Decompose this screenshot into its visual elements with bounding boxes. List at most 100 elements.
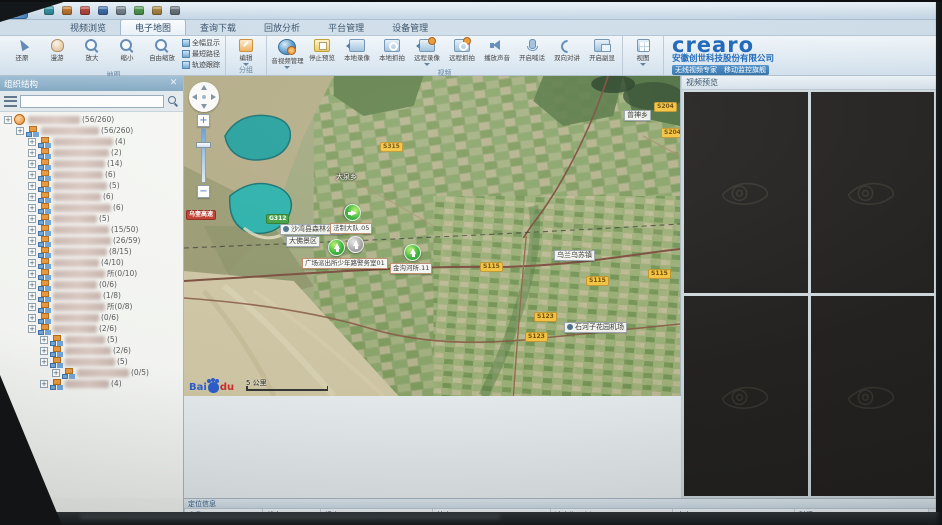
video-tile[interactable] (811, 92, 935, 293)
map-pan-control[interactable] (189, 82, 219, 112)
expand-icon[interactable]: + (28, 270, 36, 278)
tree-item[interactable]: +(5) (0, 180, 183, 191)
expand-icon[interactable]: + (28, 193, 36, 201)
menu-icon[interactable] (4, 96, 17, 107)
pan-hand-button[interactable]: 漫游 (40, 37, 74, 63)
video-tile[interactable] (811, 296, 935, 497)
tree-item[interactable]: +(14) (0, 158, 183, 169)
av-manage-button[interactable]: 音视频管理 (270, 37, 304, 69)
audio-play-button[interactable]: 播放声音 (480, 37, 514, 63)
secondary-display-button[interactable]: 开启副显 (585, 37, 619, 63)
tab-电子地图[interactable]: 电子地图 (120, 19, 186, 35)
track-button[interactable]: 轨迹跟踪 (182, 60, 220, 70)
tree-item[interactable]: +(0/6) (0, 312, 183, 323)
local-snapshot-button[interactable]: 本地抓拍 (375, 37, 409, 63)
expand-icon[interactable]: + (28, 281, 36, 289)
org-button[interactable] (96, 5, 109, 17)
expand-icon[interactable]: + (28, 138, 36, 146)
zoom-slider-thumb[interactable] (196, 142, 211, 148)
vehicle-marker[interactable] (404, 244, 421, 261)
tree-item[interactable]: +(6) (0, 169, 183, 180)
local-record-button[interactable]: 本地录像 (340, 37, 374, 63)
expand-icon[interactable]: + (40, 336, 48, 344)
vehicle-marker[interactable] (344, 204, 361, 221)
map-viewport[interactable]: + − S315S204S204S115S115S115S123S123G312… (184, 76, 681, 396)
expand-icon[interactable]: + (28, 204, 36, 212)
fit-view-button[interactable]: 全幅显示 (182, 38, 220, 48)
expand-icon[interactable]: + (28, 215, 36, 223)
tree-item[interactable]: +所(0/8) (0, 301, 183, 312)
tree-item[interactable]: +(0/5) (0, 367, 183, 378)
expand-icon[interactable]: + (40, 358, 48, 366)
expand-icon[interactable]: + (28, 248, 36, 256)
tree-item[interactable]: +(15/50) (0, 224, 183, 235)
mic-button[interactable]: 开启喊话 (515, 37, 549, 63)
free-zoom-button[interactable]: 自由缩放 (145, 37, 179, 63)
expand-icon[interactable]: + (28, 182, 36, 190)
expand-icon[interactable]: + (28, 325, 36, 333)
tree-item[interactable]: +(2/6) (0, 323, 183, 334)
expand-icon[interactable]: + (52, 369, 60, 377)
tree-item[interactable]: +(8/15) (0, 246, 183, 257)
tree-item[interactable]: +(1/8) (0, 290, 183, 301)
camera-button[interactable] (60, 5, 73, 17)
expand-icon[interactable]: + (40, 347, 48, 355)
tab-回放分析[interactable]: 回放分析 (250, 20, 314, 35)
expand-icon[interactable]: + (28, 226, 36, 234)
zoom-in-button[interactable]: 放大 (75, 37, 109, 63)
gallery-button[interactable] (150, 5, 163, 17)
video-tile[interactable] (684, 92, 808, 293)
tree-item[interactable]: +(56/260) (0, 114, 183, 125)
expand-icon[interactable]: + (28, 160, 36, 168)
search-icon[interactable] (167, 95, 179, 107)
tree-item[interactable]: +(2/6) (0, 345, 183, 356)
remote-record-button[interactable]: 远程录像 (410, 37, 444, 66)
tree-item[interactable]: +(0/6) (0, 279, 183, 290)
shortest-path-button[interactable]: 最短路径 (182, 49, 220, 59)
zoom-slider-track[interactable] (201, 128, 206, 183)
tab-视频浏览[interactable]: 视频浏览 (56, 20, 120, 35)
zoom-in-button[interactable]: + (197, 114, 210, 127)
intercom-button[interactable]: 双向对讲 (550, 37, 584, 63)
tree-item[interactable]: +所(0/10) (0, 268, 183, 279)
tree-item[interactable]: +(5) (0, 213, 183, 224)
edit-button[interactable]: 编辑 (229, 37, 263, 66)
expand-icon[interactable]: + (28, 303, 36, 311)
tree-item[interactable]: +(6) (0, 191, 183, 202)
tree-item[interactable]: +(56/260) (0, 125, 183, 136)
expand-icon[interactable]: + (28, 314, 36, 322)
expand-icon[interactable]: + (28, 149, 36, 157)
expand-icon[interactable]: + (40, 380, 48, 388)
tree-item[interactable]: +(4/10) (0, 257, 183, 268)
tree-item[interactable]: +(6) (0, 202, 183, 213)
expand-icon[interactable]: + (28, 259, 36, 267)
zoom-out-button[interactable]: − (197, 185, 210, 198)
tree-item[interactable]: +(4) (0, 136, 183, 147)
expand-icon[interactable]: + (28, 171, 36, 179)
video-tile[interactable] (684, 296, 808, 497)
zoom-out-button[interactable]: 缩小 (110, 37, 144, 63)
remote-snapshot-button[interactable]: 远程抓拍 (445, 37, 479, 63)
map-button[interactable] (132, 5, 145, 17)
expand-icon[interactable]: + (28, 237, 36, 245)
settings-button[interactable] (168, 5, 181, 17)
tree-item[interactable]: +(5) (0, 334, 183, 345)
stop-preview-button[interactable]: 停止预览 (305, 37, 339, 63)
expand-icon[interactable]: + (28, 292, 36, 300)
search-input[interactable] (20, 95, 164, 108)
tree-item[interactable]: +(5) (0, 356, 183, 367)
cursor-button[interactable]: 还原 (5, 37, 39, 63)
tab-设备管理[interactable]: 设备管理 (378, 20, 442, 35)
close-icon[interactable]: ✕ (168, 78, 179, 89)
tree-item[interactable]: +(26/59) (0, 235, 183, 246)
people-button[interactable] (114, 5, 127, 17)
tab-平台管理[interactable]: 平台管理 (314, 20, 378, 35)
org-panel-header[interactable]: 组织结构 ✕ (0, 76, 183, 91)
view-button[interactable]: 视图 (626, 37, 660, 66)
tree-item[interactable]: +(4) (0, 378, 183, 389)
vehicle-marker[interactable] (347, 236, 364, 253)
contacts-button[interactable] (78, 5, 91, 17)
tab-查询下载[interactable]: 查询下载 (186, 20, 250, 35)
tree-item[interactable]: +(2) (0, 147, 183, 158)
expand-icon[interactable]: + (16, 127, 24, 135)
